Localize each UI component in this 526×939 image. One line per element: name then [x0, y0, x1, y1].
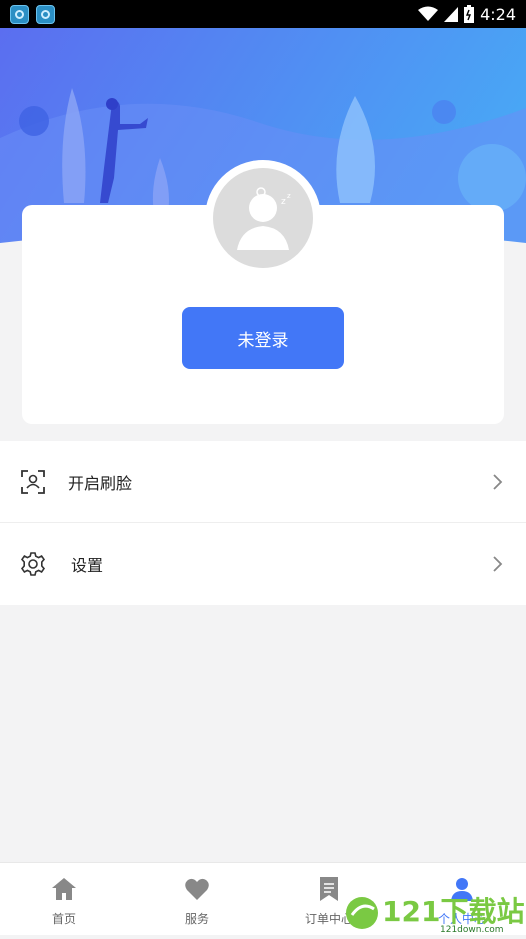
- notification-app-icon: [10, 5, 29, 24]
- notification-app-icon: [36, 5, 55, 24]
- order-icon: [320, 877, 338, 901]
- login-button[interactable]: 未登录: [182, 307, 344, 369]
- battery-icon: [464, 5, 475, 23]
- watermark-text: 121下载站: [382, 895, 524, 928]
- tab-label: 首页: [51, 912, 76, 926]
- face-scan-icon: [21, 469, 45, 494]
- menu-list: 开启刷脸 设置: [0, 441, 526, 605]
- menu-item-settings[interactable]: 设置: [0, 523, 526, 605]
- svg-text:z: z: [287, 192, 291, 200]
- tab-label: 服务: [184, 912, 209, 926]
- default-avatar-icon: z z: [205, 160, 321, 276]
- signal-icon: [444, 7, 459, 22]
- home-icon: [52, 878, 76, 900]
- svg-text:z: z: [281, 197, 286, 207]
- heart-icon: [185, 878, 209, 900]
- status-time: 4:24: [480, 4, 516, 24]
- menu-item-face-scan[interactable]: 开启刷脸: [0, 441, 526, 523]
- watermark-subtext: 121down.com: [440, 925, 504, 935]
- tab-services[interactable]: 服务: [147, 863, 247, 936]
- chevron-right-icon: [493, 473, 503, 490]
- tab-home[interactable]: 首页: [14, 863, 114, 936]
- chevron-right-icon: [493, 556, 503, 572]
- watermark-logo: 121下载站 121down.com: [346, 895, 524, 935]
- watermark: 121下载站 121down.com: [340, 885, 526, 935]
- wifi-icon: [418, 6, 439, 21]
- menu-item-label: 设置: [71, 556, 104, 575]
- menu-item-label: 开启刷脸: [68, 473, 133, 493]
- avatar[interactable]: z z: [203, 160, 323, 280]
- gear-icon: [20, 552, 46, 576]
- status-bar: 4:24: [0, 0, 526, 28]
